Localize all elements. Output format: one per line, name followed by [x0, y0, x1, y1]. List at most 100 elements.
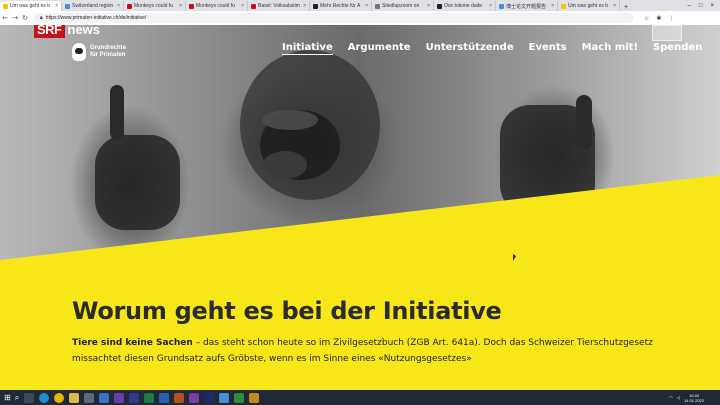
- tab-favicon-icon: [189, 3, 194, 9]
- browser-tab[interactable]: Sitedlupzoom on ×: [372, 1, 434, 11]
- extensions-icon[interactable]: ✱: [656, 15, 661, 22]
- logo-line-1: Grundrechte: [90, 45, 127, 51]
- browser-tab[interactable]: Um was geht es b ×: [0, 1, 62, 11]
- intro-bold: Tiere sind keine Sachen: [72, 338, 193, 348]
- tab-label: 博士论文开题报告: [506, 3, 547, 10]
- forward-icon[interactable]: →: [10, 14, 20, 22]
- close-icon[interactable]: ×: [551, 3, 554, 9]
- tab-favicon-icon: [3, 3, 8, 9]
- address-bar[interactable]: 🔒︎ https://www.primaten-initiative.ch/de…: [34, 13, 634, 23]
- nav-item-initiative[interactable]: Initiative: [282, 42, 333, 55]
- tab-favicon-icon: [127, 3, 132, 9]
- intro-paragraph: Tiere sind keine Sachen – das steht scho…: [72, 335, 672, 367]
- edge-icon[interactable]: [39, 392, 50, 403]
- close-window-icon[interactable]: ×: [710, 3, 714, 9]
- system-tray: ◠ ◁ 10:40 14.01.2022: [669, 393, 720, 403]
- app-icon[interactable]: [234, 392, 245, 403]
- browser-tab[interactable]: Ove tokone dude ×: [434, 1, 496, 11]
- close-icon[interactable]: ×: [179, 3, 182, 9]
- srf-logo: SRF: [34, 25, 65, 38]
- toolbar-icons: ☆ ✱ ⋮: [644, 15, 674, 22]
- tab-label: Sitedlupzoom on: [382, 3, 420, 9]
- tab-label: Mehr Rechte für A: [320, 3, 361, 9]
- broadcast-watermark-icon: [652, 25, 682, 41]
- url-text: https://www.primaten-initiative.ch/de/in…: [45, 15, 147, 21]
- maximize-icon[interactable]: □: [699, 3, 703, 9]
- volume-icon[interactable]: ◁: [677, 395, 680, 400]
- window-controls: – □ ×: [688, 3, 720, 9]
- word-icon[interactable]: [159, 392, 170, 403]
- app-icon[interactable]: [114, 392, 125, 403]
- tab-favicon-icon: [499, 3, 504, 9]
- app-icon[interactable]: [189, 392, 200, 403]
- wifi-icon[interactable]: ◠: [669, 395, 673, 400]
- close-icon[interactable]: ×: [117, 3, 120, 9]
- tab-label: Monkeys could fu: [196, 3, 235, 9]
- browser-tab[interactable]: Mehr Rechte für A ×: [310, 1, 372, 11]
- tab-label: Basel: Volksabstim: [258, 3, 300, 9]
- nav-item-events[interactable]: Events: [529, 42, 567, 55]
- reload-icon[interactable]: ↻: [20, 14, 30, 22]
- site-logo[interactable]: Grundrechte für Primaten: [72, 43, 126, 61]
- app-icon[interactable]: [249, 392, 260, 403]
- srf-news-logo: SRF news: [34, 25, 100, 38]
- web-page: SRF news Grundrechte für Primaten Initia…: [0, 25, 720, 390]
- chrome-icon[interactable]: [54, 392, 65, 403]
- tab-label: Switzerland region: [72, 3, 114, 9]
- close-icon[interactable]: ×: [303, 3, 306, 9]
- close-icon[interactable]: ×: [365, 3, 368, 9]
- back-icon[interactable]: ←: [0, 14, 10, 22]
- browser-tab[interactable]: Switzerland region ×: [62, 1, 124, 11]
- new-tab-button[interactable]: +: [620, 4, 632, 11]
- logo-text: Grundrechte für Primaten: [90, 45, 126, 59]
- app-icon[interactable]: [84, 392, 95, 403]
- tab-favicon-icon: [313, 3, 318, 9]
- close-icon[interactable]: ×: [241, 3, 244, 9]
- star-icon[interactable]: ☆: [644, 15, 649, 22]
- main-nav: Initiative Argumente Unterstützende Even…: [282, 42, 717, 55]
- close-icon[interactable]: ×: [427, 3, 430, 9]
- nav-item-argumente[interactable]: Argumente: [348, 42, 411, 55]
- browser-toolbar: ← → ↻ 🔒︎ https://www.primaten-initiative…: [0, 11, 720, 26]
- news-logo: news: [67, 25, 101, 37]
- windows-taskbar: ⊞ ⌕ ◠ ◁ 10:40 14.01.2022: [0, 390, 720, 405]
- tab-favicon-icon: [65, 3, 70, 9]
- app-icon[interactable]: [219, 392, 230, 403]
- app-icon[interactable]: [99, 392, 110, 403]
- nav-item-mach-mit[interactable]: Mach mit!: [582, 42, 638, 55]
- menu-icon[interactable]: ⋮: [668, 15, 674, 22]
- close-icon[interactable]: ×: [613, 3, 616, 9]
- tab-favicon-icon: [437, 3, 442, 9]
- browser-tab[interactable]: Basel: Volksabstim ×: [248, 1, 310, 11]
- browser-tab[interactable]: Monkeys could fu ×: [124, 1, 186, 11]
- app-icon[interactable]: [129, 392, 140, 403]
- tab-favicon-icon: [561, 3, 566, 9]
- nav-item-spenden[interactable]: Spenden: [653, 42, 702, 55]
- tab-label: Um was geht es b: [568, 3, 609, 9]
- excel-icon[interactable]: [144, 392, 155, 403]
- minimize-icon[interactable]: –: [688, 3, 691, 9]
- close-icon[interactable]: ×: [489, 3, 492, 9]
- taskview-icon[interactable]: [24, 392, 35, 403]
- tab-label: Monkeys could fu: [134, 3, 173, 9]
- tab-label: Ove tokone dude: [444, 3, 483, 9]
- nav-item-unterstuetzende[interactable]: Unterstützende: [426, 42, 514, 55]
- close-icon[interactable]: ×: [55, 3, 58, 9]
- search-icon[interactable]: ⌕: [15, 393, 19, 403]
- ape-logo-icon: [72, 43, 86, 61]
- page-title: Worum geht es bei der Initiative: [72, 297, 502, 325]
- date: 14.01.2022: [683, 397, 704, 403]
- app-icon[interactable]: [174, 392, 185, 403]
- windows-start-icon[interactable]: ⊞: [4, 393, 11, 402]
- clock[interactable]: 10:40 14.01.2022: [684, 393, 704, 403]
- browser-tab[interactable]: Um was geht es b ×: [558, 1, 620, 11]
- logo-line-2: für Primaten: [90, 52, 126, 58]
- browser-tab[interactable]: 博士论文开题报告 ×: [496, 1, 558, 11]
- explorer-icon[interactable]: [69, 392, 80, 403]
- browser-tab-strip: Um was geht es b × Switzerland region × …: [0, 0, 720, 11]
- tab-label: Um was geht es b: [10, 3, 51, 9]
- browser-tab[interactable]: Monkeys could fu ×: [186, 1, 248, 11]
- mouse-cursor-icon: [513, 254, 516, 261]
- tab-favicon-icon: [375, 3, 380, 9]
- app-icon[interactable]: [204, 392, 215, 403]
